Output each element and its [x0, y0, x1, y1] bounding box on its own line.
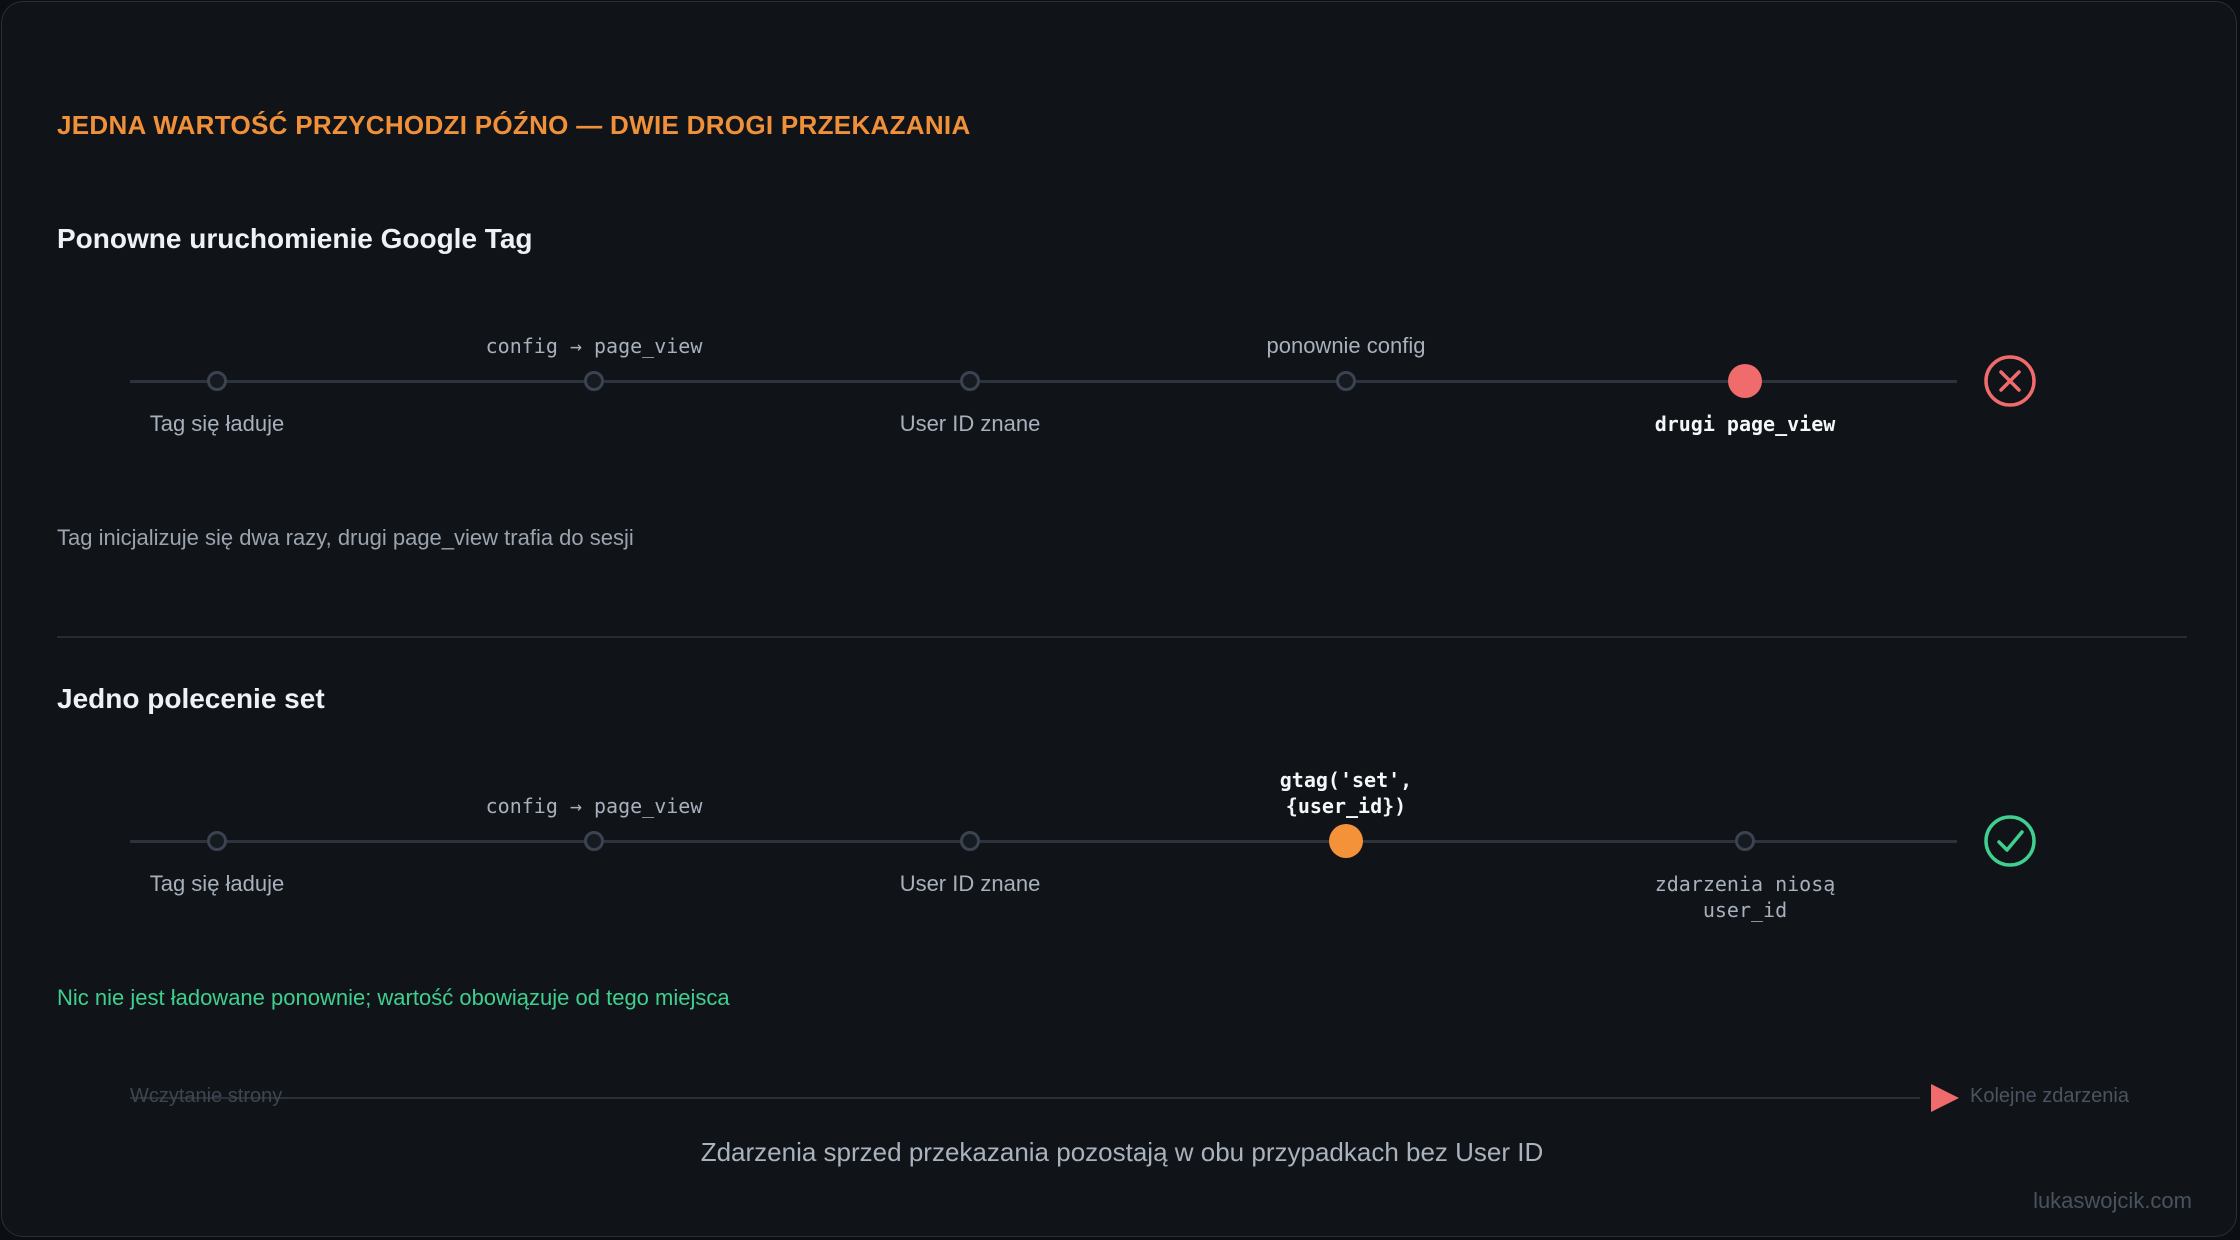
- label-events-line1: zdarzenia niosą: [1654, 872, 1836, 896]
- flow-line: [130, 1097, 1920, 1099]
- page-flow-axis: Wczytanie strony Kolejne zdarzenia: [2, 1072, 2236, 1122]
- label-user-id-known: User ID znane: [899, 871, 1041, 896]
- label-reconfig: ponownie config: [1266, 333, 1426, 358]
- section-title-set: Jedno polecenie set: [57, 683, 325, 714]
- timeline-set: config → page_view gtag('set', {user_id}…: [2, 741, 2236, 941]
- flow-start-label: Wczytanie strony: [130, 1085, 283, 1107]
- label-user-id-known: User ID znane: [899, 411, 1041, 436]
- diagram-frame: JEDNA WARTOŚĆ PRZYCHODZI PÓŹNO — DWIE DR…: [1, 1, 2237, 1237]
- section-title-restart: Ponowne uruchomienie Google Tag: [57, 223, 533, 254]
- caption: Zdarzenia sprzed przekazania pozostają w…: [700, 1137, 1544, 1167]
- timeline-node-user-id: [960, 831, 980, 851]
- flow-end-label: Kolejne zdarzenia: [1970, 1085, 2129, 1107]
- label-tag-load: Tag się ładuje: [149, 411, 285, 436]
- x-circle-icon: [1984, 355, 2036, 407]
- label-config-page-view: config → page_view: [485, 794, 703, 818]
- timeline-node-events-carry: [1735, 831, 1755, 851]
- label-gtag-set-line2: {user_id}): [1285, 794, 1407, 818]
- timeline-node-tag-load: [207, 831, 227, 851]
- timeline-node-config: [584, 371, 604, 391]
- note-restart: Tag inicjalizuje się dwa razy, drugi pag…: [57, 525, 634, 550]
- watermark: lukaswojcik.com: [2033, 1188, 2192, 1213]
- label-tag-load: Tag się ładuje: [149, 871, 285, 896]
- check-circle-icon: [1984, 815, 2036, 867]
- timeline-node-reconfig: [1336, 371, 1356, 391]
- timeline-node-user-id: [960, 371, 980, 391]
- timeline-node-gtag-set: [1329, 824, 1363, 858]
- label-events-carry-user-id: zdarzenia niosą user_id: [1565, 871, 1925, 923]
- section-divider: [57, 636, 2187, 638]
- main-title: JEDNA WARTOŚĆ PRZYCHODZI PÓŹNO — DWIE DR…: [57, 110, 971, 140]
- note-set: Nic nie jest ładowane ponownie; wartość …: [57, 985, 730, 1010]
- timeline-restart: config → page_view ponownie config Tag s…: [2, 281, 2236, 481]
- timeline-node-second-page-view: [1728, 364, 1762, 398]
- label-gtag-set: gtag('set', {user_id}): [1166, 767, 1526, 819]
- timeline-node-config: [584, 831, 604, 851]
- label-events-line2: user_id: [1702, 898, 1788, 922]
- label-second-page-view: drugi page_view: [1654, 412, 1836, 436]
- timeline-node-tag-load: [207, 371, 227, 391]
- label-config-page-view: config → page_view: [485, 334, 703, 358]
- timeline-line: [130, 380, 1957, 383]
- timeline-line: [130, 840, 1957, 843]
- flow-arrow-icon: [1931, 1084, 1959, 1112]
- label-gtag-set-line1: gtag('set',: [1279, 768, 1413, 792]
